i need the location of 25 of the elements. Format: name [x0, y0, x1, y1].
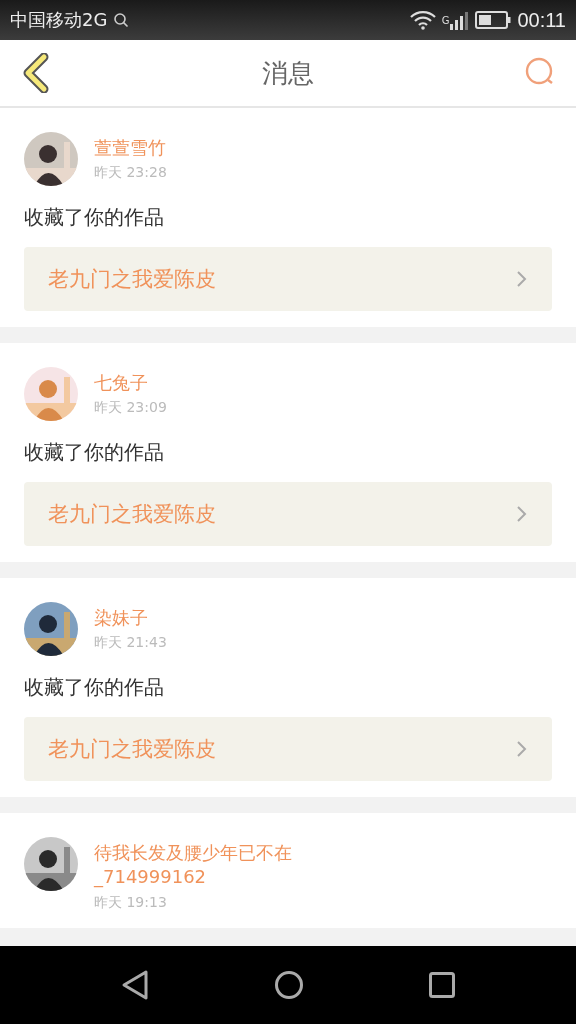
message-time: 昨天 19:13 [94, 893, 168, 912]
chevron-right-icon [516, 740, 528, 758]
user-name[interactable]: 待我长发及腰少年已不在_714999162 [94, 841, 324, 890]
chevron-right-icon [516, 505, 528, 523]
network-type: G [441, 14, 450, 26]
message-time: 昨天 21:43 [94, 634, 168, 653]
message-text: 收藏了你的作品 [24, 204, 165, 231]
message-time: 昨天 23:28 [94, 164, 168, 183]
user-name[interactable]: 萱萱雪竹 [94, 136, 324, 161]
user-name[interactable]: 染妹子 [94, 606, 324, 631]
chevron-right-icon [516, 270, 528, 288]
work-link[interactable]: 老九门之我爱陈皮 [24, 247, 552, 311]
page-title: 消息 [262, 56, 314, 90]
battery-icon [475, 11, 512, 29]
search-icon [113, 12, 130, 28]
carrier-name: 中国移动2G [10, 8, 108, 32]
message-text: 收藏了你的作品 [24, 674, 165, 701]
wifi-icon [409, 10, 436, 30]
message-time: 昨天 23:09 [94, 399, 168, 418]
message-text: 收藏了你的作品 [24, 439, 165, 466]
signal-icon [449, 10, 470, 30]
user-name[interactable]: 七兔子 [94, 371, 324, 396]
clock: 00:11 [517, 8, 566, 32]
work-link[interactable]: 老九门之我爱陈皮 [24, 482, 552, 546]
work-link[interactable]: 老九门之我爱陈皮 [24, 717, 552, 781]
